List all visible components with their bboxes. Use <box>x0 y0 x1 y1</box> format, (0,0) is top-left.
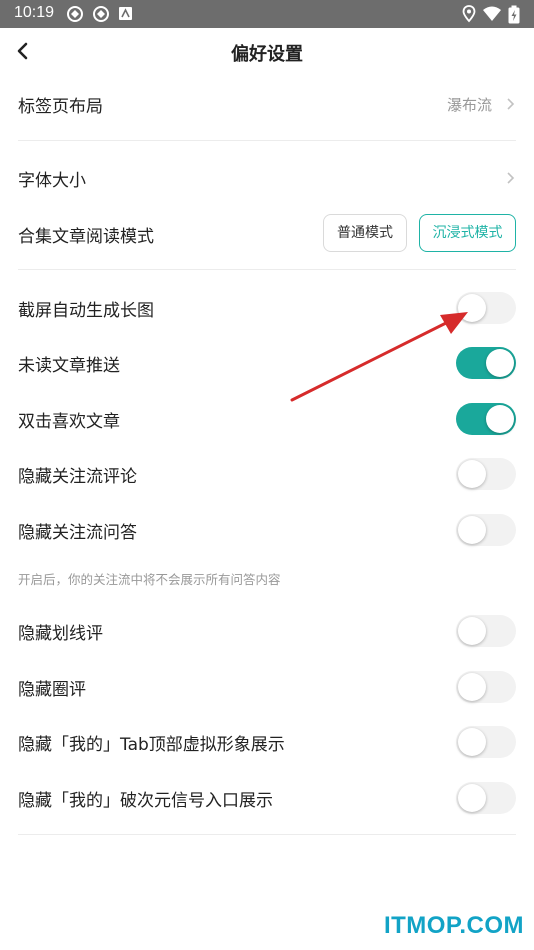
setting-hide-avatar-display: 隐藏「我的」Tab顶部虚拟形象展示 <box>18 722 516 762</box>
status-bar: 10:19 <box>0 0 534 28</box>
toggle-knob <box>458 784 486 812</box>
app-header: 偏好设置 <box>0 28 534 76</box>
setting-tab-layout[interactable]: 标签页布局 瀑布流 <box>18 84 516 124</box>
watermark-text: ITMOP.COM <box>383 912 524 939</box>
wifi-icon <box>483 6 501 21</box>
toggle-knob <box>458 516 486 544</box>
chevron-right-icon <box>507 172 515 184</box>
immersive-mode-button[interactable]: 沉浸式模式 <box>419 214 516 252</box>
toggle-knob <box>458 460 486 488</box>
toggle-switch[interactable] <box>456 403 516 435</box>
location-icon <box>462 5 476 23</box>
setting-value: 瀑布流 <box>446 96 492 114</box>
notification-app-icon <box>119 7 132 20</box>
setting-screenshot-long-image: 截屏自动生成长图 <box>18 288 516 328</box>
section-divider <box>18 269 516 270</box>
status-time: 10:19 <box>14 4 55 21</box>
normal-mode-button[interactable]: 普通模式 <box>323 214 407 252</box>
setting-label: 隐藏关注流评论 <box>18 467 137 487</box>
qa-hint-text: 开启后，你的关注流中将不会展示所有问答内容 <box>18 572 281 587</box>
setting-label: 隐藏圈评 <box>18 680 86 700</box>
section-divider <box>18 140 516 141</box>
toggle-knob <box>458 294 486 322</box>
setting-label: 字体大小 <box>18 171 86 191</box>
setting-label: 隐藏「我的」Tab顶部虚拟形象展示 <box>18 735 285 755</box>
setting-hide-signal-entry: 隐藏「我的」破次元信号入口展示 <box>18 778 516 818</box>
toggle-knob <box>458 673 486 701</box>
toggle-switch[interactable] <box>456 671 516 703</box>
setting-label: 隐藏「我的」破次元信号入口展示 <box>18 791 273 811</box>
setting-label: 未读文章推送 <box>18 356 120 376</box>
toggle-knob <box>486 405 514 433</box>
setting-hide-follow-qa: 隐藏关注流问答 <box>18 510 516 550</box>
sync-icon <box>67 6 83 22</box>
toggle-switch[interactable] <box>456 514 516 546</box>
chevron-right-icon <box>507 98 515 110</box>
setting-hide-follow-comments: 隐藏关注流评论 <box>18 454 516 494</box>
setting-label: 隐藏关注流问答 <box>18 523 137 543</box>
setting-hide-underline-comments: 隐藏划线评 <box>18 611 516 651</box>
toggle-switch[interactable] <box>456 782 516 814</box>
setting-double-tap-like: 双击喜欢文章 <box>18 399 516 439</box>
setting-hide-circle-comments: 隐藏圈评 <box>18 667 516 707</box>
toggle-switch[interactable] <box>456 458 516 490</box>
toggle-switch[interactable] <box>456 726 516 758</box>
sync-icon <box>93 6 109 22</box>
setting-label: 合集文章阅读模式 <box>18 227 154 247</box>
setting-label: 隐藏划线评 <box>18 624 103 644</box>
toggle-switch[interactable] <box>456 292 516 324</box>
toggle-switch[interactable] <box>456 615 516 647</box>
setting-collection-mode: 合集文章阅读模式 普通模式 沉浸式模式 <box>18 214 516 254</box>
setting-unread-push: 未读文章推送 <box>18 343 516 383</box>
setting-label: 双击喜欢文章 <box>18 412 120 432</box>
toggle-knob <box>486 349 514 377</box>
page-title: 偏好设置 <box>231 44 303 65</box>
battery-charging-icon <box>508 5 520 24</box>
toggle-knob <box>458 728 486 756</box>
setting-label: 标签页布局 <box>18 97 103 117</box>
setting-font-size[interactable]: 字体大小 <box>18 158 516 198</box>
toggle-knob <box>458 617 486 645</box>
toggle-switch[interactable] <box>456 347 516 379</box>
section-divider <box>18 834 516 835</box>
setting-label: 截屏自动生成长图 <box>18 301 154 321</box>
